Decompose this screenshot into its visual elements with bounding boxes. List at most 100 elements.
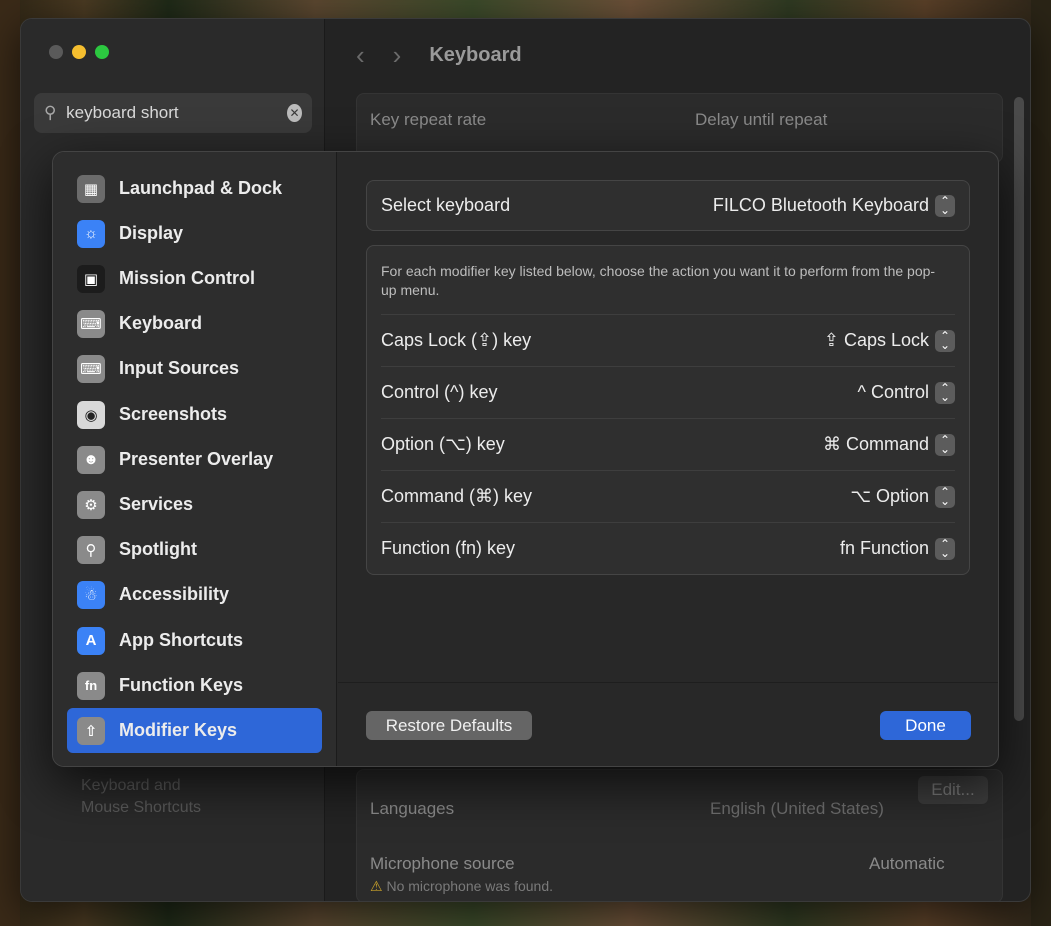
- sidebar-item-label: Input Sources: [119, 358, 240, 378]
- delay-repeat-label: Delay until repeat: [695, 110, 828, 129]
- sidebar-item-label: App Shortcuts: [119, 630, 243, 650]
- modifier-row-control: Control (^) key ^ Control ⌃ ⌄: [381, 366, 955, 418]
- keyboard-icon: ⌨: [77, 309, 105, 338]
- chevron-updown-icon: ⌃ ⌄: [935, 329, 955, 352]
- sidebar-item-label: Presenter Overlay: [119, 449, 274, 469]
- microphone-warning-text: No microphone was found.: [386, 878, 553, 894]
- sidebar-item-label: Keyboard and Mouse Shortcuts: [81, 777, 202, 816]
- sidebar-item-spotlight[interactable]: ⚲ Spotlight: [67, 527, 322, 572]
- sidebar-item-modifier-keys[interactable]: ⇧ Modifier Keys: [67, 708, 322, 753]
- presenter-overlay-icon: ☻: [77, 445, 105, 474]
- window-controls: [49, 45, 109, 59]
- zoom-button[interactable]: [95, 45, 109, 59]
- modifier-action-value: ⌥ Option: [850, 486, 929, 506]
- sidebar-item-label: Display: [119, 223, 184, 243]
- input-settings-card: Languages English (United States) Microp…: [356, 769, 1003, 901]
- done-button[interactable]: Done: [880, 711, 971, 740]
- sidebar-item-accessibility[interactable]: ☃ Accessibility: [67, 572, 322, 617]
- warning-icon: ⚠: [370, 878, 383, 894]
- function-keys-icon: fn: [77, 671, 105, 700]
- modifier-key-label: Function (fn) key: [381, 538, 516, 558]
- search-field[interactable]: ⚲ ✕: [34, 93, 312, 133]
- sidebar-item-screenshots[interactable]: ◉ Screenshots: [67, 392, 322, 437]
- spotlight-icon: ⚲: [77, 535, 105, 564]
- sidebar-item-mission-control[interactable]: ▣ Mission Control: [67, 256, 322, 301]
- screenshots-icon: ◉: [77, 400, 105, 429]
- sidebar-item-display[interactable]: ☼ Display: [67, 211, 322, 256]
- modifier-action-value: ^ Control: [857, 382, 929, 402]
- modifier-popup-control[interactable]: ^ Control ⌃ ⌄: [857, 381, 955, 404]
- services-icon: ⚙: [77, 490, 105, 519]
- mission-control-icon: ▣: [77, 264, 105, 293]
- select-keyboard-value: FILCO Bluetooth Keyboard: [712, 195, 929, 215]
- shortcuts-sidebar: ▦ Launchpad & Dock ☼ Display ▣ Mission C…: [53, 152, 337, 766]
- input-sources-icon: ⌨: [77, 354, 105, 383]
- modifier-keys-pane: Select keyboard FILCO Bluetooth Keyboard…: [338, 152, 998, 766]
- chevron-updown-icon: ⌃ ⌄: [935, 381, 955, 404]
- microphone-value[interactable]: Automatic: [869, 854, 945, 874]
- chevron-updown-icon: ⌃ ⌄: [935, 433, 955, 456]
- wallpaper-right: [1031, 0, 1051, 926]
- chevron-updown-icon: ⌃ ⌄: [935, 537, 955, 560]
- modifier-keys-icon: ⇧: [77, 716, 105, 745]
- sidebar-item-label: Modifier Keys: [119, 720, 238, 740]
- app-shortcuts-icon: A: [77, 626, 105, 655]
- footer-divider: [338, 682, 998, 683]
- chevron-updown-icon: ⌃ ⌄: [935, 485, 955, 508]
- search-icon: ⚲: [44, 103, 57, 122]
- restore-defaults-button[interactable]: Restore Defaults: [366, 711, 532, 740]
- sidebar-item-label: Mission Control: [119, 268, 255, 288]
- modifier-key-label: Caps Lock (⇪) key: [381, 330, 532, 350]
- modifier-row-function: Function (fn) key fn Function ⌃ ⌄: [381, 522, 955, 574]
- modifier-row-command: Command (⌘) key ⌥ Option ⌃ ⌄: [381, 470, 955, 522]
- modifier-popup-command[interactable]: ⌥ Option ⌃ ⌄: [850, 485, 955, 508]
- sidebar-item-function-keys[interactable]: fn Function Keys: [67, 663, 322, 708]
- select-keyboard-card: Select keyboard FILCO Bluetooth Keyboard…: [366, 180, 970, 231]
- back-icon[interactable]: ‹: [356, 40, 365, 71]
- microphone-label: Microphone source: [370, 854, 515, 873]
- languages-value: English (United States): [710, 799, 884, 818]
- select-keyboard-label: Select keyboard: [381, 195, 511, 215]
- sidebar-item-app-shortcuts[interactable]: A App Shortcuts: [67, 618, 322, 663]
- sidebar-item-keyboard[interactable]: ⌨ Keyboard: [67, 301, 322, 346]
- sidebar-item-label: Function Keys: [119, 675, 244, 695]
- modifier-keys-card: For each modifier key listed below, choo…: [366, 245, 970, 575]
- edit-languages-button[interactable]: Edit...: [918, 776, 988, 804]
- sidebar-item-label: Screenshots: [119, 404, 228, 424]
- languages-label: Languages: [370, 799, 455, 818]
- launchpad-icon: ▦: [77, 174, 105, 203]
- sidebar-item-keyboard-mouse-shortcuts[interactable]: Keyboard and Mouse Shortcuts: [81, 775, 231, 819]
- accessibility-icon: ☃: [77, 580, 105, 609]
- close-button[interactable]: [49, 45, 63, 59]
- modifier-description: For each modifier key listed below, choo…: [381, 263, 936, 298]
- keyboard-shortcuts-sheet: ▦ Launchpad & Dock ☼ Display ▣ Mission C…: [52, 151, 999, 767]
- sidebar-item-label: Accessibility: [119, 584, 230, 604]
- sidebar-item-input-sources[interactable]: ⌨ Input Sources: [67, 346, 322, 391]
- sidebar-item-services[interactable]: ⚙ Services: [67, 482, 322, 527]
- minimize-button[interactable]: [72, 45, 86, 59]
- clear-search-icon[interactable]: ✕: [287, 104, 302, 122]
- modifier-row-caps-lock: Caps Lock (⇪) key ⇪ Caps Lock ⌃ ⌄: [381, 314, 955, 366]
- select-keyboard-popup[interactable]: FILCO Bluetooth Keyboard ⌃ ⌄: [712, 194, 955, 217]
- modifier-action-value: fn Function: [839, 538, 929, 558]
- modifier-key-label: Control (^) key: [381, 382, 498, 402]
- sidebar-item-launchpad-dock[interactable]: ▦ Launchpad & Dock: [67, 166, 322, 211]
- wallpaper: [0, 0, 20, 926]
- modifier-popup-option[interactable]: ⌘ Command ⌃ ⌄: [823, 433, 955, 456]
- sidebar-item-label: Launchpad & Dock: [119, 178, 283, 198]
- modifier-key-label: Command (⌘) key: [381, 486, 533, 506]
- forward-icon[interactable]: ›: [393, 40, 402, 71]
- modifier-popup-caps-lock[interactable]: ⇪ Caps Lock ⌃ ⌄: [823, 329, 955, 352]
- sidebar-item-label: Keyboard: [119, 313, 203, 333]
- key-repeat-label: Key repeat rate: [370, 110, 487, 129]
- modifier-row-option: Option (⌥) key ⌘ Command ⌃ ⌄: [381, 418, 955, 470]
- search-input[interactable]: [66, 103, 288, 123]
- modifier-action-value: ⇪ Caps Lock: [823, 330, 929, 350]
- sidebar-item-presenter-overlay[interactable]: ☻ Presenter Overlay: [67, 437, 322, 482]
- display-icon: ☼: [77, 219, 105, 248]
- page-title: Keyboard: [429, 43, 522, 66]
- modifier-popup-function[interactable]: fn Function ⌃ ⌄: [839, 537, 955, 560]
- scrollbar[interactable]: [1014, 97, 1024, 721]
- modifier-key-label: Option (⌥) key: [381, 434, 505, 454]
- sidebar-item-label: Spotlight: [119, 539, 197, 559]
